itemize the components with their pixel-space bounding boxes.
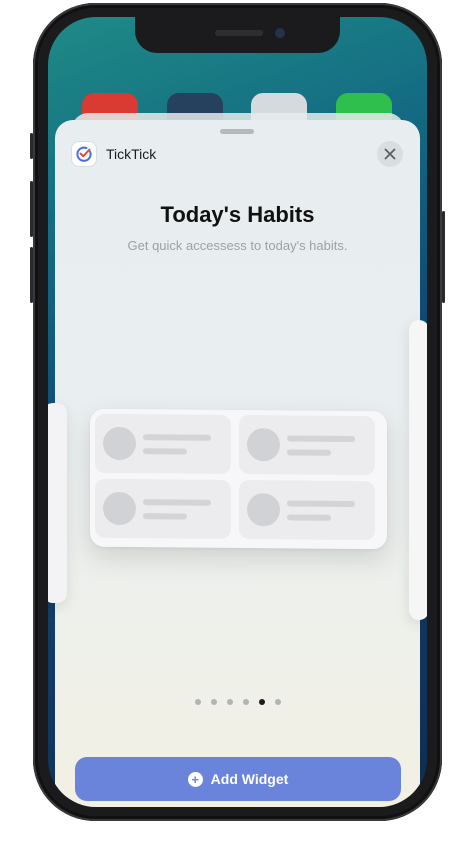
habit-icon-placeholder [247,493,280,527]
habit-placeholder [95,478,231,539]
add-widget-label: Add Widget [210,771,289,787]
habit-placeholder [95,413,231,474]
add-widget-button[interactable]: + Add Widget [75,757,401,801]
volume-down-button [30,247,33,303]
page-dot-active[interactable] [259,699,265,705]
habit-text-placeholder [287,435,355,443]
habit-placeholder [239,415,375,476]
volume-up-button [30,181,33,237]
page-dot[interactable] [211,699,217,705]
plus-circle-icon: + [187,771,203,787]
habit-text-placeholder [287,514,331,521]
phone-frame: TickTick Today's Habits Get quick access… [30,3,445,821]
close-button[interactable] [377,141,403,167]
habit-text-placeholder [287,449,331,456]
close-icon [384,148,396,160]
screen: TickTick Today's Habits Get quick access… [48,17,427,807]
page-dot[interactable] [227,699,233,705]
habit-icon-placeholder [247,428,280,462]
page-dot[interactable] [243,699,249,705]
habits-widget-preview[interactable] [90,408,387,550]
habit-text-placeholder [143,499,211,506]
habit-text-placeholder [143,434,211,441]
page-indicator[interactable] [195,699,281,705]
power-button [442,211,445,303]
habit-text-placeholder [143,448,187,455]
checkmark-circle-icon [72,142,96,166]
camera [275,28,285,38]
habit-icon-placeholder [103,491,136,526]
widget-title: Today's Habits [160,202,315,227]
previous-widget-preview[interactable] [48,403,67,603]
notch [135,17,340,53]
page-dot[interactable] [195,699,201,705]
speaker [215,30,263,36]
app-name: TickTick [106,146,157,162]
habit-text-placeholder [287,500,355,508]
next-widget-preview[interactable] [409,320,427,620]
page-dot[interactable] [275,699,281,705]
mute-switch [30,133,33,159]
habit-placeholder [239,480,375,541]
widget-subtitle: Get quick accessess to today's habits. [127,238,348,253]
sheet-grabber[interactable] [220,129,254,134]
widget-gallery-sheet: TickTick Today's Habits Get quick access… [48,120,427,807]
habit-icon-placeholder [103,426,136,461]
habit-text-placeholder [143,513,187,520]
